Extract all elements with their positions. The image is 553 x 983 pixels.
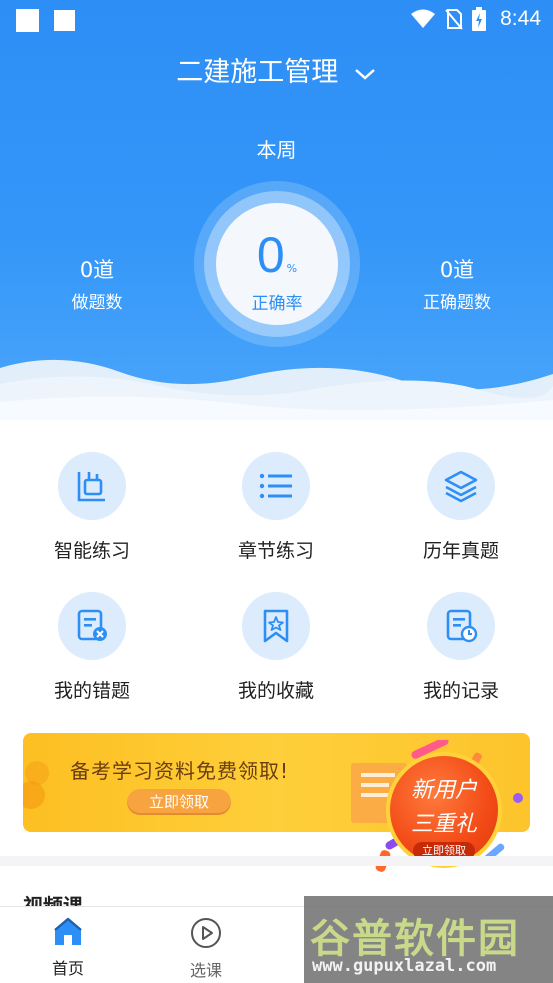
grid-item-label: 我的收藏 (237, 680, 314, 702)
wave-decoration (0, 359, 553, 420)
notification-icon (16, 9, 39, 32)
correct-count-label: 正确题数 (423, 293, 491, 313)
grid-item-label: 历年真题 (422, 540, 499, 562)
chevron-down-icon (354, 68, 375, 80)
icon-circle (58, 592, 126, 660)
status-bar: 8:44 (0, 0, 553, 38)
list-icon (259, 473, 292, 499)
bookmark-star-icon (263, 609, 289, 643)
carousel-dot-active[interactable] (302, 840, 311, 849)
badge-line2: 三重礼 (410, 812, 477, 837)
home-icon (54, 917, 82, 945)
layers-icon (444, 470, 478, 503)
smart-practice-button[interactable]: 智能练习 (0, 452, 184, 563)
no-sim-icon (445, 9, 463, 30)
questions-done-value: 0道 (79, 258, 115, 282)
correct-count-stat: 0道 正确题数 (377, 254, 537, 313)
accuracy-number: 0 (256, 227, 285, 283)
questions-done-stat: 0道 做题数 (17, 254, 177, 313)
carousel-dot[interactable] (287, 840, 296, 849)
grid-item-label: 我的记录 (422, 680, 499, 702)
correct-count-value: 0道 (439, 258, 475, 282)
records-button[interactable]: 我的记录 (369, 592, 553, 703)
accuracy-unit: % (286, 262, 298, 275)
tab-home[interactable]: 首页 (22, 917, 114, 979)
grid-item-label: 智能练习 (53, 540, 130, 562)
notification-icon (54, 10, 75, 31)
icon-circle (242, 592, 310, 660)
battery-icon (472, 7, 487, 31)
questions-done-label: 做题数 (71, 293, 123, 313)
grid-item-label: 章节练习 (237, 540, 314, 562)
wrong-questions-button[interactable]: 我的错题 (0, 592, 184, 703)
badge-line1: 新用户 (410, 778, 477, 803)
record-clock-icon (446, 609, 478, 643)
watermark-url: www.gupuxlazal.com (312, 956, 497, 976)
section-divider (0, 856, 553, 866)
play-circle-icon (191, 918, 221, 948)
watermark: 谷普软件园 www.gupuxlazal.com (304, 896, 553, 983)
grid-item-label: 我的错题 (53, 680, 130, 702)
icon-circle (242, 452, 310, 520)
banner-claim-button[interactable]: 立即领取 (127, 789, 231, 815)
accuracy-label: 正确率 (251, 294, 303, 314)
subject-selector[interactable]: 二建施工管理 (0, 50, 553, 89)
carousel-dots (287, 840, 311, 849)
banner-text: 备考学习资料免费领取! (70, 759, 290, 783)
favorites-button[interactable]: 我的收藏 (184, 592, 368, 703)
new-user-gift-badge[interactable]: 新用户 三重礼 立即领取 (386, 752, 502, 868)
smart-practice-icon (77, 472, 105, 502)
accuracy-value: 0% (216, 226, 338, 284)
chapter-practice-button[interactable]: 章节练习 (184, 452, 368, 563)
wifi-icon (411, 9, 436, 28)
tab-courses-label: 选课 (189, 961, 222, 980)
icon-circle (58, 452, 126, 520)
stats-header: 8:44 二建施工管理 本周 0% 正确率 0道 做题数 0道 正确题数 (0, 0, 553, 420)
period-label: 本周 (256, 138, 297, 162)
tab-home-label: 首页 (51, 959, 84, 978)
tab-courses[interactable]: 选课 (160, 917, 252, 981)
icon-circle (427, 592, 495, 660)
subject-title: 二建施工管理 (176, 57, 339, 88)
past-exams-button[interactable]: 历年真题 (369, 452, 553, 563)
wrong-questions-icon (77, 609, 107, 641)
status-time: 8:44 (500, 7, 541, 30)
icon-circle (427, 452, 495, 520)
